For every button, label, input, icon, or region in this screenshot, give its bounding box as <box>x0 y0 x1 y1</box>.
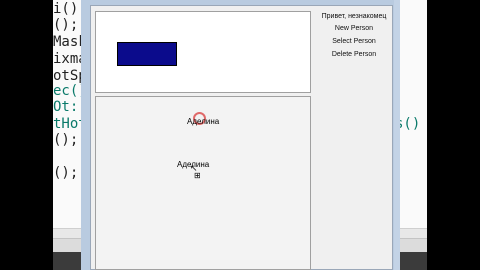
code-line: (); <box>53 165 79 181</box>
move-cross-icon: ⊞ <box>194 171 201 180</box>
select-person-button[interactable]: Select Person <box>314 37 394 47</box>
code-line: (); <box>53 132 79 148</box>
delete-person-button[interactable]: Delete Person <box>314 50 394 60</box>
letterbox-right <box>427 0 480 270</box>
blue-rectangle-shape[interactable] <box>117 42 177 66</box>
greeting-label: Привет, незнакомец <box>321 13 387 20</box>
new-person-button[interactable]: New Person <box>314 24 394 34</box>
letterbox-left <box>0 0 53 270</box>
window-border-right <box>394 0 400 270</box>
person-label[interactable]: Аделина <box>187 117 219 126</box>
code-line: (); <box>53 17 79 33</box>
